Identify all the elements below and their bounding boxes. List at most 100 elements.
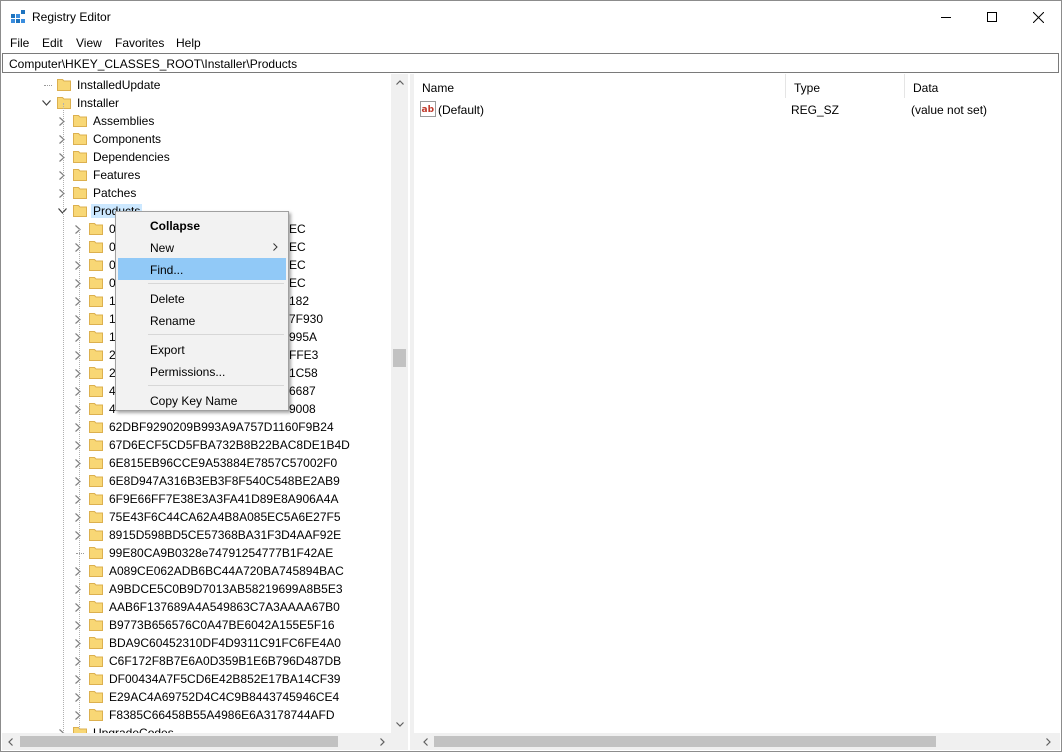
address-path[interactable]: Computer\HKEY_CLASSES_ROOT\Installer\Pro…: [9, 57, 297, 71]
expand-chevron-right-icon[interactable]: [72, 456, 84, 470]
registry-tree[interactable]: InstalledUpdateInstallerAssembliesCompon…: [2, 74, 410, 750]
menu-file[interactable]: File: [10, 36, 29, 50]
expand-chevron-right-icon[interactable]: [72, 240, 84, 254]
folder-icon: [73, 132, 87, 145]
expand-chevron-right-icon[interactable]: [72, 690, 84, 704]
expand-chevron-down-icon[interactable]: [56, 204, 68, 218]
menu-item-export[interactable]: Export: [118, 338, 286, 360]
column-header-type[interactable]: Type: [786, 74, 905, 98]
scroll-up-button[interactable]: [391, 74, 408, 91]
expand-chevron-right-icon[interactable]: [72, 636, 84, 650]
expand-chevron-right-icon[interactable]: [72, 312, 84, 326]
expand-chevron-right-icon[interactable]: [72, 258, 84, 272]
scrollbar-corner: [391, 733, 408, 750]
expand-chevron-right-icon[interactable]: [72, 348, 84, 362]
expand-chevron-right-icon[interactable]: [72, 474, 84, 488]
tree-node-label: 75E43F6C44CA62A4B8A085EC5A6E27F5: [109, 510, 341, 524]
scroll-right-button[interactable]: [374, 733, 391, 750]
expand-chevron-right-icon[interactable]: [56, 132, 68, 146]
column-header-data[interactable]: Data: [905, 74, 1060, 98]
folder-icon: [89, 618, 103, 631]
tree-node-label: AAB6F137689A4A549863C7A3AAAA67B0: [109, 600, 340, 614]
expand-chevron-right-icon[interactable]: [72, 492, 84, 506]
menu-item-rename[interactable]: Rename: [118, 309, 286, 331]
list-scroll-right-button[interactable]: [1040, 733, 1057, 750]
menu-favorites[interactable]: Favorites: [115, 36, 164, 50]
close-button[interactable]: [1015, 1, 1061, 33]
list-hscroll-thumb[interactable]: [434, 736, 936, 747]
expand-chevron-right-icon[interactable]: [72, 402, 84, 416]
list-scroll-left-button[interactable]: [417, 733, 434, 750]
tree-vertical-scrollbar[interactable]: [391, 74, 408, 733]
chevron-right-icon: [1046, 738, 1051, 746]
menu-item-delete[interactable]: Delete: [118, 287, 286, 309]
expand-chevron-right-icon[interactable]: [72, 294, 84, 308]
menu-item-copy-key-name[interactable]: Copy Key Name: [118, 389, 286, 411]
maximize-button[interactable]: [969, 1, 1015, 33]
value-type: REG_SZ: [791, 103, 839, 117]
tree-hscroll-thumb[interactable]: [20, 736, 338, 747]
list-horizontal-scrollbar[interactable]: [414, 733, 1060, 750]
tree-node[interactable]: InstalledUpdate: [2, 76, 410, 94]
expand-chevron-right-icon[interactable]: [72, 528, 84, 542]
folder-icon: [89, 438, 103, 451]
expand-chevron-right-icon[interactable]: [56, 150, 68, 164]
folder-icon: [89, 420, 103, 433]
expand-chevron-right-icon[interactable]: [72, 582, 84, 596]
menu-item-permissions[interactable]: Permissions...: [118, 360, 286, 382]
scroll-left-button[interactable]: [2, 733, 19, 750]
tree-connector: [44, 85, 52, 86]
tree-scroll-thumb[interactable]: [393, 349, 406, 367]
expand-chevron-right-icon[interactable]: [72, 564, 84, 578]
tree-horizontal-scrollbar[interactable]: [2, 733, 391, 750]
address-bar[interactable]: Computer\HKEY_CLASSES_ROOT\Installer\Pro…: [2, 53, 1059, 73]
expand-chevron-right-icon[interactable]: [56, 168, 68, 182]
expand-chevron-right-icon[interactable]: [72, 654, 84, 668]
tree-connector: [76, 553, 84, 554]
folder-icon: [73, 186, 87, 199]
folder-icon: [89, 474, 103, 487]
expand-chevron-right-icon[interactable]: [72, 330, 84, 344]
value-data: (value not set): [911, 103, 987, 117]
menu-separator: [148, 283, 284, 284]
tree-node-label: Installer: [77, 96, 119, 110]
expand-chevron-right-icon[interactable]: [72, 366, 84, 380]
folder-icon: [89, 582, 103, 595]
values-list[interactable]: Name Type Data ab (Default) REG_SZ (valu…: [414, 74, 1060, 750]
tree-node-label: A089CE062ADB6BC44A720BA745894BAC: [109, 564, 344, 578]
menu-item-collapse[interactable]: Collapse: [118, 214, 286, 236]
folder-icon: [89, 240, 103, 253]
folder-icon: [89, 690, 103, 703]
folder-icon: [89, 456, 103, 469]
folder-icon: [89, 510, 103, 523]
submenu-arrow-icon: [273, 243, 278, 251]
menu-help[interactable]: Help: [176, 36, 201, 50]
chevron-left-icon: [423, 738, 428, 746]
value-row[interactable]: ab (Default) REG_SZ (value not set): [414, 100, 1060, 118]
tree-node-label: A9BDCE5C0B9D7013AB58219699A8B5E3: [109, 582, 343, 596]
expand-chevron-right-icon[interactable]: [72, 384, 84, 398]
minimize-button[interactable]: [923, 1, 969, 33]
expand-chevron-right-icon[interactable]: [72, 222, 84, 236]
chevron-right-icon: [380, 738, 385, 746]
scroll-down-button[interactable]: [391, 716, 408, 733]
menu-view[interactable]: View: [76, 36, 102, 50]
expand-chevron-right-icon[interactable]: [56, 186, 68, 200]
expand-chevron-down-icon[interactable]: [40, 96, 52, 110]
menu-item-new[interactable]: New: [118, 236, 286, 258]
tree-guide-line: [63, 103, 64, 750]
column-header-name[interactable]: Name: [414, 74, 786, 98]
menu-edit[interactable]: Edit: [42, 36, 63, 50]
expand-chevron-right-icon[interactable]: [72, 672, 84, 686]
expand-chevron-right-icon[interactable]: [72, 438, 84, 452]
expand-chevron-right-icon[interactable]: [72, 420, 84, 434]
expand-chevron-right-icon[interactable]: [72, 600, 84, 614]
expand-chevron-right-icon[interactable]: [56, 114, 68, 128]
folder-icon: [89, 492, 103, 505]
expand-chevron-right-icon[interactable]: [72, 618, 84, 632]
expand-chevron-right-icon[interactable]: [72, 708, 84, 722]
folder-icon: [89, 384, 103, 397]
expand-chevron-right-icon[interactable]: [72, 510, 84, 524]
expand-chevron-right-icon[interactable]: [72, 276, 84, 290]
menu-item-find[interactable]: Find...: [118, 258, 286, 280]
